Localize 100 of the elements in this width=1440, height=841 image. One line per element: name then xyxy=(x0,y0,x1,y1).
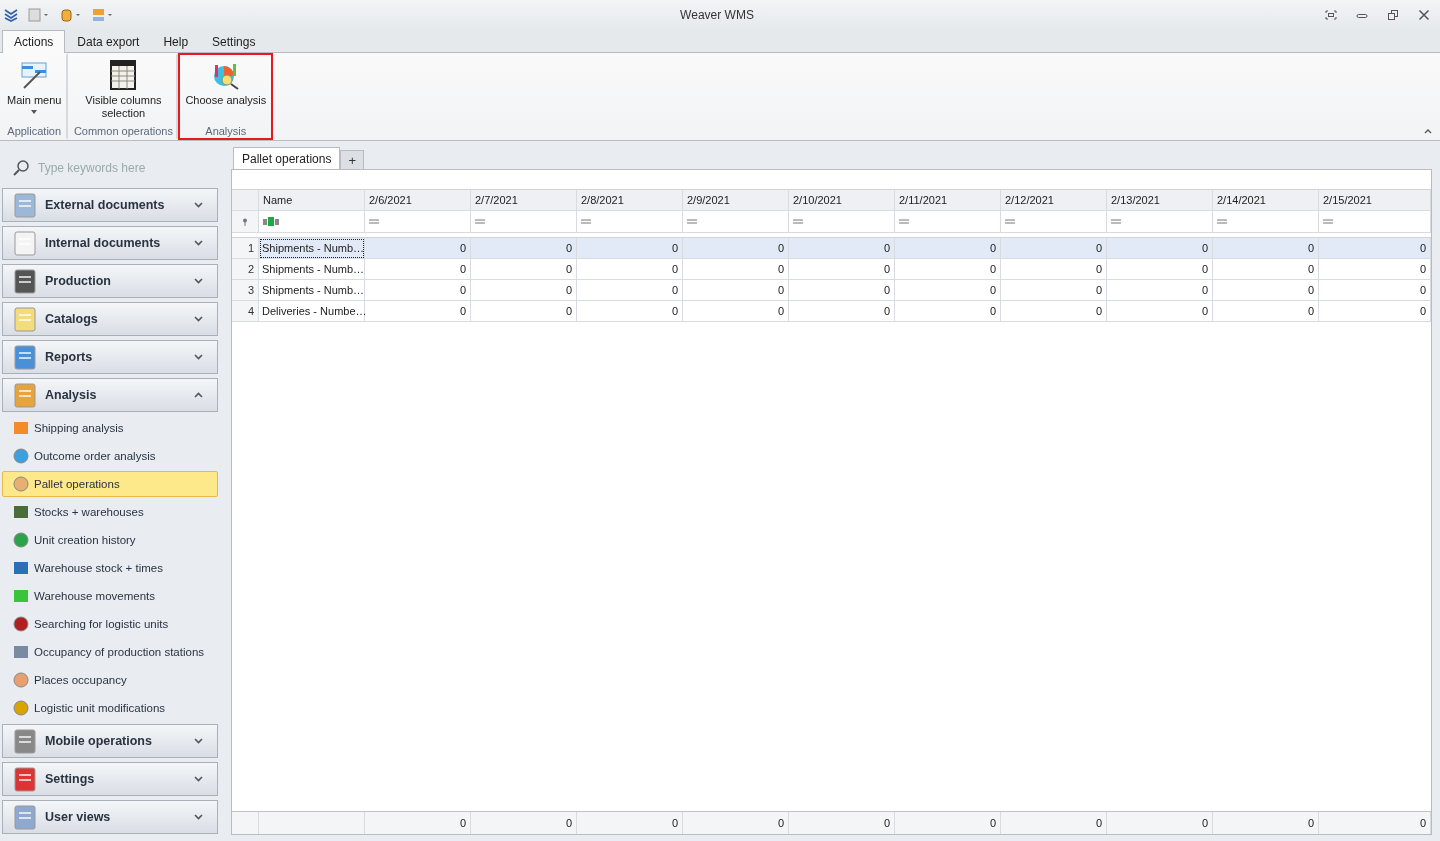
filter-cell[interactable] xyxy=(259,211,365,233)
nav-group-header[interactable]: Catalogs xyxy=(2,302,218,336)
nav-group-header[interactable]: Production xyxy=(2,264,218,298)
ribbon-tab[interactable]: Help xyxy=(151,30,201,52)
filter-cell[interactable] xyxy=(1213,211,1319,233)
search-field[interactable]: Type keywords here xyxy=(36,159,220,176)
restore-icon[interactable] xyxy=(1387,9,1399,21)
fullscreen-icon[interactable] xyxy=(1325,10,1337,20)
column-header[interactable]: 2/12/2021 xyxy=(1001,189,1107,211)
table-cell: 0 xyxy=(895,259,1001,280)
column-header[interactable]: 2/8/2021 xyxy=(577,189,683,211)
nav-item[interactable]: Occupancy of production stations xyxy=(2,639,218,665)
filter-cell[interactable] xyxy=(577,211,683,233)
ribbon-button[interactable]: Visible columns selection xyxy=(72,55,175,125)
item-icon xyxy=(13,448,29,464)
ribbon-tab[interactable]: Settings xyxy=(200,30,268,52)
close-icon[interactable] xyxy=(1418,9,1430,21)
group-caption: Application xyxy=(6,125,63,138)
ribbon-button[interactable]: Choose analysis xyxy=(182,55,270,125)
pin-icon xyxy=(242,217,248,226)
equals-icon xyxy=(899,219,909,224)
table-cell: 0 xyxy=(1001,301,1107,322)
column-header[interactable]: 2/10/2021 xyxy=(789,189,895,211)
nav-item[interactable]: Outcome order analysis xyxy=(2,443,218,469)
nav-group-header[interactable]: Reports xyxy=(2,340,218,374)
ribbon-tab[interactable]: Actions xyxy=(2,30,66,53)
column-header[interactable]: 2/15/2021 xyxy=(1319,189,1431,211)
table-cell: 0 xyxy=(1107,280,1213,301)
filter-cell[interactable] xyxy=(1001,211,1107,233)
table-cell: 0 xyxy=(471,301,577,322)
group-icon xyxy=(11,229,39,257)
table-cell: 0 xyxy=(683,280,789,301)
total-cell: 0 xyxy=(471,812,577,834)
nav-item[interactable]: Warehouse movements xyxy=(2,583,218,609)
table-cell: Deliveries - Numbe… xyxy=(259,301,365,322)
table-cell: Shipments - Numb… xyxy=(259,238,365,259)
column-header[interactable]: 2/7/2021 xyxy=(471,189,577,211)
nav-group-header[interactable]: Settings xyxy=(2,762,218,796)
table-cell: Shipments - Numb… xyxy=(259,259,365,280)
nav-item[interactable]: Stocks + warehouses xyxy=(2,499,218,525)
group-icon xyxy=(11,343,39,371)
column-header[interactable]: 2/9/2021 xyxy=(683,189,789,211)
collapse-ribbon-icon[interactable] xyxy=(1424,128,1432,134)
item-icon xyxy=(13,476,29,492)
nav-item[interactable]: Unit creation history xyxy=(2,527,218,553)
nav-group-header[interactable]: External documents xyxy=(2,188,218,222)
filter-cell[interactable] xyxy=(895,211,1001,233)
nav-item[interactable]: Warehouse stock + times xyxy=(2,555,218,581)
row-number: 2 xyxy=(232,259,259,280)
equals-icon xyxy=(1323,219,1333,224)
column-header[interactable]: 2/14/2021 xyxy=(1213,189,1319,211)
filter-cell[interactable] xyxy=(471,211,577,233)
item-icon xyxy=(13,700,29,716)
equals-icon xyxy=(1005,219,1015,224)
nav-item[interactable]: Logistic unit modifications xyxy=(2,695,218,721)
nav-item[interactable]: Pallet operations xyxy=(2,471,218,497)
filter-cell[interactable] xyxy=(683,211,789,233)
table-cell: 0 xyxy=(1319,280,1431,301)
layout-icon[interactable] xyxy=(28,8,50,22)
item-icon xyxy=(13,616,29,632)
item-icon xyxy=(13,560,29,576)
total-cell: 0 xyxy=(1319,812,1431,834)
column-header[interactable]: 2/6/2021 xyxy=(365,189,471,211)
group-icon xyxy=(11,191,39,219)
nav-item[interactable]: Shipping analysis xyxy=(2,415,218,441)
group-icon xyxy=(11,803,39,831)
nav-group-header[interactable]: Mobile operations xyxy=(2,724,218,758)
add-tab-button[interactable]: + xyxy=(340,150,365,169)
column-header[interactable]: Name xyxy=(259,189,365,211)
column-header[interactable]: 2/13/2021 xyxy=(1107,189,1213,211)
equals-icon xyxy=(475,219,485,224)
table-cell: 0 xyxy=(789,238,895,259)
row-number: 4 xyxy=(232,301,259,322)
window-title: Weaver WMS xyxy=(679,8,755,22)
filter-cell[interactable] xyxy=(1107,211,1213,233)
item-icon xyxy=(13,588,29,604)
table-cell: 0 xyxy=(683,238,789,259)
nav-item[interactable]: Places occupancy xyxy=(2,667,218,693)
nav-group-header[interactable]: Internal documents xyxy=(2,226,218,260)
nav-item[interactable]: Searching for logistic units xyxy=(2,611,218,637)
table-cell: 0 xyxy=(1213,280,1319,301)
ribbon-tab[interactable]: Data export xyxy=(65,30,152,52)
filter-cell[interactable] xyxy=(1319,211,1431,233)
nav-group-header[interactable]: User views xyxy=(2,800,218,834)
filter-cell[interactable] xyxy=(365,211,471,233)
column-header[interactable]: 2/11/2021 xyxy=(895,189,1001,211)
total-cell: 0 xyxy=(365,812,471,834)
document-tab[interactable]: Pallet operations xyxy=(233,147,341,170)
table-cell: 0 xyxy=(895,280,1001,301)
filter-cell[interactable] xyxy=(789,211,895,233)
table-cell: 0 xyxy=(577,301,683,322)
table-cell: 0 xyxy=(1107,301,1213,322)
table-cell: 0 xyxy=(1001,238,1107,259)
app-logo-icon[interactable] xyxy=(4,8,18,22)
ribbon-button[interactable]: Main menu xyxy=(4,55,65,125)
item-icon xyxy=(13,504,29,520)
table-cell: 0 xyxy=(577,280,683,301)
total-cell: 0 xyxy=(1107,812,1213,834)
nav-group-header[interactable]: Analysis xyxy=(2,378,218,412)
table-cell: 0 xyxy=(471,259,577,280)
